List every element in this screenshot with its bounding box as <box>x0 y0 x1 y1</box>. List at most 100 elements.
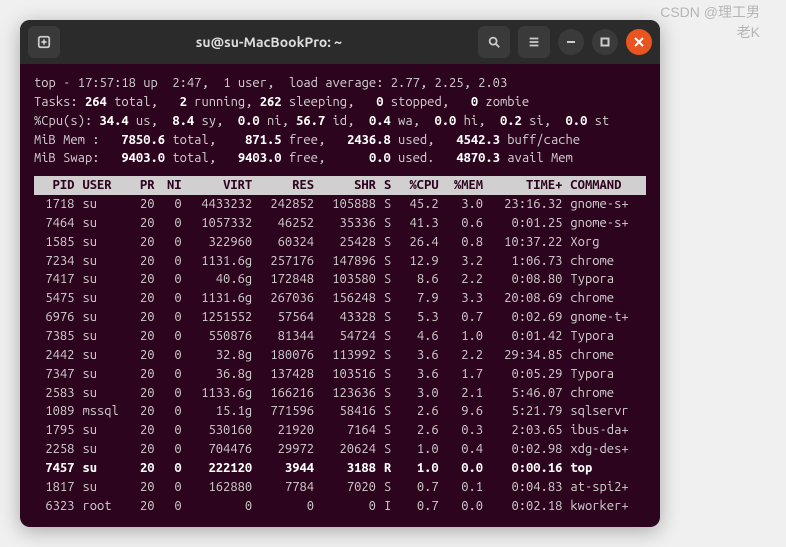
terminal-window: su@su-MacBookPro: ~ top - 17:57:18 up 2:… <box>20 20 660 527</box>
cell-mem: 3.2 <box>443 252 487 271</box>
cell-pr: 20 <box>132 440 159 459</box>
cell-pid: 1585 <box>34 233 78 252</box>
cell-time: 0:05.29 <box>487 365 566 384</box>
cell-s: S <box>380 308 398 327</box>
cell-pid: 1089 <box>34 402 78 421</box>
terminal-body[interactable]: top - 17:57:18 up 2:47, 1 user, load ave… <box>20 64 660 527</box>
cell-user: su <box>78 289 131 308</box>
cell-cpu: 5.3 <box>398 308 442 327</box>
cell-res: 257176 <box>256 252 318 271</box>
cell-s: S <box>380 402 398 421</box>
cell-pid: 6976 <box>34 308 78 327</box>
cell-ni: 0 <box>159 402 186 421</box>
cell-pr: 20 <box>132 252 159 271</box>
cell-s: S <box>380 384 398 403</box>
col-cpu: %CPU <box>398 176 442 195</box>
cell-virt: 36.8g <box>186 365 257 384</box>
cell-pid: 2258 <box>34 440 78 459</box>
cell-cpu: 1.0 <box>398 440 442 459</box>
watermark: CSDN @理工男老K <box>660 2 766 42</box>
swap-line: MiB Swap: 9403.0 total, 9403.0 free, 0.0… <box>34 149 646 168</box>
cell-mem: 3.3 <box>443 289 487 308</box>
cell-shr: 113992 <box>318 346 380 365</box>
cell-mem: 0.0 <box>443 497 487 516</box>
cell-res: 137428 <box>256 365 318 384</box>
close-button[interactable] <box>626 29 652 55</box>
table-row: 1089mssql20015.1g77159658416S2.69.65:21.… <box>34 402 646 421</box>
cell-virt: 1133.6g <box>186 384 257 403</box>
cell-ni: 0 <box>159 440 186 459</box>
maximize-button[interactable] <box>592 29 618 55</box>
cell-cmd: ibus-da+ <box>566 421 645 440</box>
cell-shr: 35336 <box>318 214 380 233</box>
cell-s: S <box>380 478 398 497</box>
cell-ni: 0 <box>159 195 186 214</box>
table-row: 7347su20036.8g137428103516S3.61.70:05.29… <box>34 365 646 384</box>
cell-user: su <box>78 270 131 289</box>
table-row: 1718su2004433232242852105888S45.23.023:1… <box>34 195 646 214</box>
uptime: 2:47 <box>172 76 201 90</box>
cell-pid: 7464 <box>34 214 78 233</box>
cell-mem: 2.1 <box>443 384 487 403</box>
cell-cmd: Typora <box>566 270 645 289</box>
cell-cmd: chrome <box>566 289 645 308</box>
cell-user: su <box>78 421 131 440</box>
cell-s: S <box>380 252 398 271</box>
cell-s: S <box>380 195 398 214</box>
cell-time: 0:04.83 <box>487 478 566 497</box>
cell-user: su <box>78 327 131 346</box>
cell-pid: 7347 <box>34 365 78 384</box>
cell-ni: 0 <box>159 327 186 346</box>
cell-time: 2:03.65 <box>487 421 566 440</box>
cell-cpu: 2.6 <box>398 421 442 440</box>
cell-virt: 1131.6g <box>186 252 257 271</box>
cell-cmd: gnome-s+ <box>566 195 645 214</box>
cell-s: S <box>380 346 398 365</box>
cell-shr: 123636 <box>318 384 380 403</box>
cell-s: S <box>380 289 398 308</box>
col-s: S <box>380 176 398 195</box>
table-row: 1817su20016288077847020S0.70.10:04.83at-… <box>34 478 646 497</box>
cell-pid: 1817 <box>34 478 78 497</box>
cell-cpu: 26.4 <box>398 233 442 252</box>
minimize-button[interactable] <box>558 29 584 55</box>
cell-pid: 7234 <box>34 252 78 271</box>
cell-time: 10:37.22 <box>487 233 566 252</box>
cell-pid: 7457 <box>34 459 78 478</box>
cell-mem: 0.3 <box>443 421 487 440</box>
menu-button[interactable] <box>518 26 550 58</box>
cell-time: 0:02.18 <box>487 497 566 516</box>
cell-shr: 20624 <box>318 440 380 459</box>
cell-time: 0:01.25 <box>487 214 566 233</box>
cell-time: 5:21.79 <box>487 402 566 421</box>
cell-mem: 1.0 <box>443 327 487 346</box>
cell-virt: 15.1g <box>186 402 257 421</box>
table-row: 7234su2001131.6g257176147896S12.93.21:06… <box>34 252 646 271</box>
cell-res: 60324 <box>256 233 318 252</box>
cell-pid: 7417 <box>34 270 78 289</box>
cell-res: 81344 <box>256 327 318 346</box>
cell-cpu: 8.6 <box>398 270 442 289</box>
cell-virt: 1251552 <box>186 308 257 327</box>
search-button[interactable] <box>478 26 510 58</box>
cell-time: 0:01.42 <box>487 327 566 346</box>
window-title: su@su-MacBookPro: ~ <box>68 34 470 50</box>
cell-virt: 322960 <box>186 233 257 252</box>
cell-shr: 54724 <box>318 327 380 346</box>
cell-virt: 1057332 <box>186 214 257 233</box>
cell-s: S <box>380 327 398 346</box>
cell-user: su <box>78 440 131 459</box>
cell-user: su <box>78 478 131 497</box>
cell-pid: 1795 <box>34 421 78 440</box>
cell-user: root <box>78 497 131 516</box>
top-summary: top - 17:57:18 up 2:47, 1 user, load ave… <box>34 74 646 93</box>
process-table: PID USER PR NI VIRT RES SHR S %CPU %MEM … <box>34 176 646 515</box>
cell-cmd: sqlservr <box>566 402 645 421</box>
cell-virt: 704476 <box>186 440 257 459</box>
new-tab-button[interactable] <box>28 26 60 58</box>
cell-mem: 0.4 <box>443 440 487 459</box>
cell-s: R <box>380 459 398 478</box>
cell-pid: 2442 <box>34 346 78 365</box>
cell-res: 3944 <box>256 459 318 478</box>
cell-pr: 20 <box>132 478 159 497</box>
